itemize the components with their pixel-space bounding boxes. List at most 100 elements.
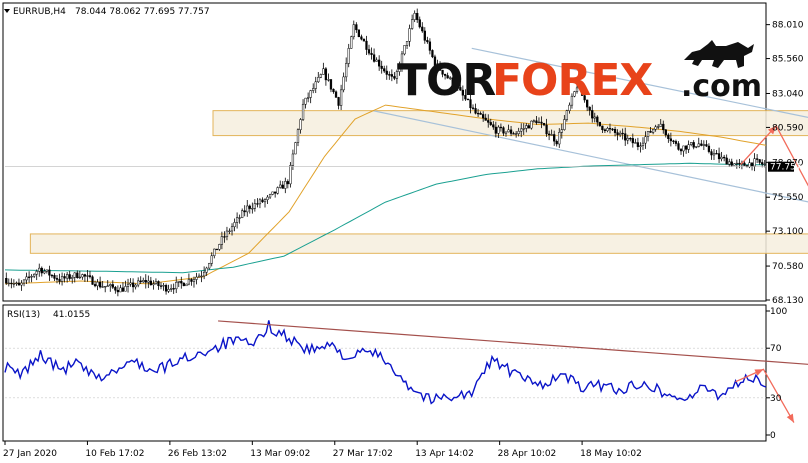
candle-body	[185, 283, 188, 287]
candle-body	[540, 121, 543, 124]
candle-body	[258, 199, 262, 205]
candle-body	[565, 110, 569, 120]
candle-body	[598, 121, 601, 127]
candle-body	[220, 236, 224, 245]
candle-body	[646, 131, 650, 137]
candle-body	[720, 156, 723, 160]
candle-body	[520, 128, 523, 132]
candle-body	[542, 123, 546, 126]
candle-body	[755, 158, 759, 160]
candle-body	[370, 52, 373, 55]
candle-body	[175, 282, 178, 290]
candle-body	[35, 271, 38, 275]
price-tick: 70.580	[772, 262, 804, 272]
candle-body	[63, 276, 66, 279]
candle-body	[83, 274, 87, 277]
candle-body	[654, 126, 657, 130]
candle-body	[76, 272, 79, 278]
candle-body	[679, 149, 683, 152]
candle-body	[651, 129, 655, 133]
candle-body	[497, 126, 500, 134]
candle-body	[134, 284, 137, 288]
logo-text-tor: TOR	[397, 55, 495, 106]
candle-body	[357, 29, 361, 37]
candle-body	[329, 79, 333, 90]
candle-body	[413, 13, 416, 20]
time-tick: 27 Jan 2020	[3, 449, 57, 459]
candle-body	[284, 181, 287, 189]
candle-body	[517, 130, 520, 134]
candle-body	[690, 142, 693, 145]
candle-body	[416, 13, 419, 20]
candle-body	[725, 157, 728, 165]
candle-body	[591, 110, 594, 119]
candle-body	[365, 40, 368, 50]
candle-body	[535, 120, 538, 124]
candle-body	[202, 271, 206, 277]
candle-body	[210, 255, 213, 264]
price-tick: 73.100	[772, 227, 804, 237]
candle-body	[50, 274, 54, 277]
candle-body	[532, 120, 536, 122]
price-tick: 83.040	[772, 90, 804, 100]
candle-body	[730, 161, 733, 166]
candle-body	[657, 126, 660, 128]
candle-body	[137, 280, 140, 286]
candle-body	[593, 116, 596, 119]
candle-body	[613, 129, 617, 133]
candle-body	[157, 281, 160, 286]
candle-body	[641, 142, 645, 146]
candle-body	[619, 132, 622, 136]
last-price-tag: 77.757	[768, 161, 802, 173]
candle-body	[608, 128, 612, 130]
candle-body	[40, 267, 43, 274]
candle-body	[527, 125, 530, 129]
candle-body	[667, 134, 670, 139]
candle-body	[563, 119, 566, 130]
candle-body	[104, 286, 107, 288]
candle-body	[715, 153, 718, 155]
candle-body	[263, 199, 267, 203]
candle-body	[271, 191, 274, 195]
candle-body	[644, 136, 647, 144]
candle-body	[225, 230, 229, 237]
candle-body	[164, 285, 168, 292]
candle-body	[763, 163, 766, 166]
candle-body	[611, 128, 614, 131]
candle-body	[499, 126, 503, 129]
candle-body	[228, 230, 231, 233]
candle-body	[537, 121, 541, 124]
candle-body	[555, 140, 558, 145]
candle-body	[177, 281, 180, 283]
candle-body	[12, 283, 16, 285]
candle-body	[512, 133, 515, 135]
candle-body	[383, 68, 386, 72]
candle-body	[515, 133, 518, 135]
candle-body	[309, 90, 312, 98]
candle-body	[489, 122, 492, 125]
candle-body	[748, 162, 751, 168]
candle-body	[281, 184, 284, 189]
candle	[598, 121, 601, 127]
support-resistance-zone	[29, 233, 808, 254]
candle-body	[93, 284, 97, 287]
candle-body	[692, 142, 695, 148]
candle-body	[162, 285, 165, 287]
candle-body	[507, 129, 510, 133]
candle-body	[735, 162, 738, 165]
candle-body	[482, 114, 485, 119]
candle-body	[22, 279, 26, 284]
last-price-text: 77.757	[770, 163, 802, 173]
candle-body	[728, 161, 731, 165]
candle-body	[119, 287, 122, 293]
rsi-indicator-label: RSI(13)	[7, 310, 40, 320]
candle-body	[101, 286, 104, 288]
candle-body	[159, 285, 163, 287]
rsi-value-label: 41.0155	[53, 310, 90, 320]
candle-body	[697, 143, 700, 147]
candle-body	[81, 274, 84, 278]
candle-body	[334, 91, 338, 98]
candle-body	[659, 123, 662, 127]
candle-body	[86, 275, 89, 277]
candle-body	[547, 133, 551, 136]
